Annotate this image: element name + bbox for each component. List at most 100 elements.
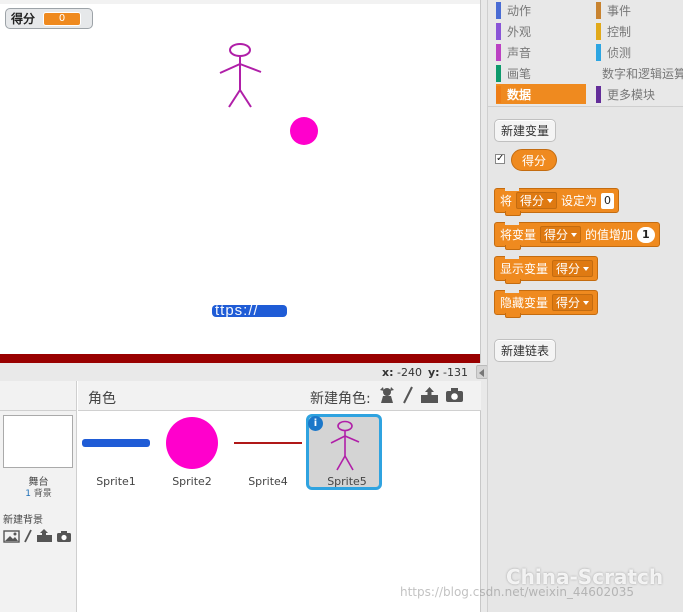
show-block-prefix: 显示变量 [500, 262, 549, 276]
stage[interactable]: 得分 0 ttps:// [0, 0, 481, 363]
category-operators[interactable]: 数字和逻辑运算 [596, 63, 683, 83]
sprite1-thumbnail [82, 439, 150, 447]
backdrop-library-icon[interactable] [3, 529, 20, 543]
dropdown-value: 得分 [556, 262, 581, 276]
camera-sprite-icon[interactable] [445, 387, 464, 403]
category-swatch [496, 1, 501, 19]
category-label: 外观 [507, 24, 532, 39]
category-label: 声音 [507, 45, 532, 60]
dropdown-value: 得分 [520, 194, 545, 208]
sprite-pane: 舞台 1 背景 新建背景 角色 新建角色: Sprite1 Sprite2 Sp… [0, 381, 481, 612]
hide-variable-block[interactable]: 隐藏变量 得分 [494, 290, 599, 318]
sprite5-thumbnail [330, 420, 360, 471]
x-value: -240 [396, 366, 422, 379]
stage-paddle-text: ttps:// [215, 305, 259, 317]
y-value: -131 [443, 366, 468, 379]
backdrop-count-label: 背景 [33, 489, 52, 499]
change-block-prefix: 将变量 [500, 228, 537, 242]
category-label: 侦测 [607, 45, 632, 60]
paint-backdrop-icon[interactable] [23, 529, 33, 543]
set-variable-block[interactable]: 将 得分 设定为 0 [494, 188, 620, 216]
sprite-tile-sprite4[interactable]: Sprite4 [230, 412, 306, 490]
category-label: 动作 [507, 3, 532, 18]
set-block-variable-dropdown[interactable]: 得分 [516, 192, 558, 209]
make-variable-button[interactable]: 新建变量 [494, 119, 557, 142]
camera-backdrop-icon[interactable] [56, 530, 72, 543]
sprite-tile-sprite2[interactable]: Sprite2 [154, 412, 230, 490]
category-data[interactable]: 数据 [496, 84, 586, 104]
sprite4-thumbnail [234, 442, 302, 444]
category-sound[interactable]: 声音 [496, 42, 591, 62]
change-block-value-input[interactable]: 1 [637, 226, 655, 243]
show-block-variable-dropdown[interactable]: 得分 [552, 260, 594, 277]
new-sprite-tools [378, 386, 464, 404]
hide-block-variable-dropdown[interactable]: 得分 [552, 294, 594, 311]
category-panel: 动作 事件 外观 控制 声音 侦测 画笔 数字和逻辑运算 数据 更多模块 [488, 0, 683, 107]
stage-top-strip [0, 0, 480, 4]
change-block-variable-dropdown[interactable]: 得分 [540, 226, 582, 243]
dropdown-arrow-icon [547, 198, 554, 203]
set-block-prefix: 将 [500, 194, 513, 208]
category-more-blocks[interactable]: 更多模块 [596, 84, 683, 104]
category-label: 数据 [507, 87, 532, 102]
y-label: y: [427, 366, 440, 379]
category-swatch [496, 43, 501, 61]
upload-sprite-icon[interactable] [420, 386, 439, 404]
dropdown-value: 得分 [556, 296, 581, 310]
new-sprite-label: 新建角色: [310, 391, 371, 407]
variable-monitor[interactable]: 得分 0 [5, 8, 93, 29]
dropdown-arrow-icon [583, 300, 590, 305]
make-list-button[interactable]: 新建链表 [494, 339, 557, 362]
stage-floor-line-sprite[interactable] [0, 354, 480, 363]
sprite2-thumbnail [166, 417, 218, 469]
dropdown-value: 得分 [544, 228, 569, 242]
stage-stick-figure-sprite[interactable] [217, 40, 265, 112]
sprite-tile-sprite5[interactable]: i Sprite5 [306, 414, 382, 490]
sprites-title: 角色 [88, 391, 116, 407]
category-swatch [596, 1, 601, 19]
dropdown-arrow-icon [571, 232, 578, 237]
paint-sprite-icon[interactable] [402, 386, 414, 404]
set-block-value-input[interactable]: 0 [601, 192, 615, 209]
variable-checkbox[interactable]: ✓ [495, 154, 505, 164]
set-block-middle: 设定为 [561, 194, 598, 208]
stage-paddle-sprite[interactable]: ttps:// [212, 305, 287, 317]
sprite-name: Sprite4 [248, 475, 288, 488]
new-backdrop-tools [3, 529, 72, 543]
category-pen[interactable]: 画笔 [496, 63, 591, 83]
stage-column: 舞台 1 背景 新建背景 [0, 381, 77, 612]
upload-backdrop-icon[interactable] [36, 529, 53, 543]
mouse-coordinates-bar: x: -240 y: -131 [0, 363, 490, 381]
sprite-name: Sprite2 [172, 475, 212, 488]
category-swatch [496, 64, 501, 82]
backdrop-count-number: 1 [25, 489, 31, 499]
stage-ball-sprite[interactable] [290, 117, 318, 145]
show-variable-block[interactable]: 显示变量 得分 [494, 256, 599, 284]
new-backdrop-label: 新建背景 [3, 515, 43, 526]
category-swatch [496, 85, 501, 103]
stage-backdrop-count: 1 背景 [0, 486, 77, 499]
sprites-header: 角色 新建角色: [78, 381, 481, 411]
change-block-middle: 的值增加 [585, 228, 634, 242]
category-looks[interactable]: 外观 [496, 21, 591, 41]
category-label: 数字和逻辑运算 [602, 66, 683, 81]
sprite-name: Sprite5 [327, 475, 367, 488]
category-motion[interactable]: 动作 [496, 0, 591, 20]
change-variable-block[interactable]: 将变量 得分 的值增加 1 [494, 222, 660, 250]
sprite-tile-sprite1[interactable]: Sprite1 [78, 412, 154, 490]
category-swatch [596, 22, 601, 40]
category-control[interactable]: 控制 [596, 21, 683, 41]
sprite-info-icon[interactable]: i [308, 416, 323, 431]
category-label: 画笔 [507, 66, 532, 81]
stage-column-header [0, 381, 76, 411]
sprite-name: Sprite1 [96, 475, 136, 488]
sprite-library-icon[interactable] [378, 386, 396, 404]
category-label: 更多模块 [607, 87, 656, 102]
category-swatch [596, 43, 601, 61]
category-swatch [596, 85, 601, 103]
hide-block-prefix: 隐藏变量 [500, 296, 549, 310]
category-sensing[interactable]: 侦测 [596, 42, 683, 62]
category-events[interactable]: 事件 [596, 0, 683, 20]
variable-reporter-block[interactable]: 得分 [511, 149, 558, 171]
stage-thumbnail[interactable] [3, 415, 73, 468]
